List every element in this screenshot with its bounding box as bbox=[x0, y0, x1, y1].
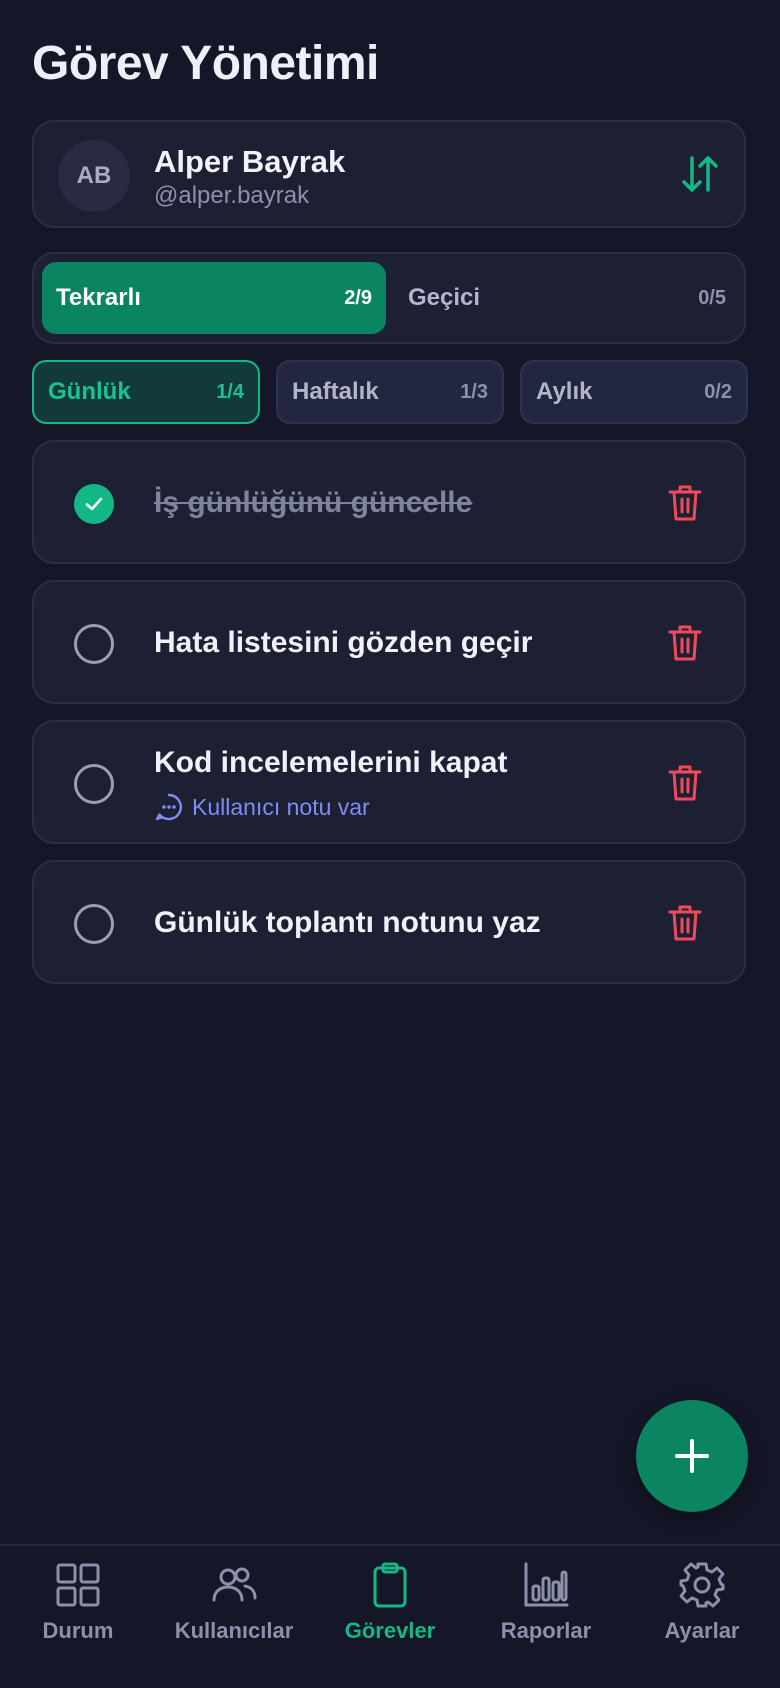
task-type-segment: Tekrarlı 2/9 Geçici 0/5 bbox=[32, 252, 746, 344]
task-item[interactable]: Günlük toplantı notunu yaz bbox=[32, 860, 746, 984]
user-card[interactable]: AB Alper Bayrak @alper.bayrak bbox=[32, 120, 746, 228]
period-count: 1/4 bbox=[216, 380, 244, 403]
segment-tekrarli[interactable]: Tekrarlı 2/9 bbox=[42, 262, 386, 334]
nav-item-ayarlar[interactable]: Ayarlar bbox=[624, 1560, 780, 1670]
sort-arrows-icon[interactable] bbox=[678, 152, 722, 196]
period-tab-aylik[interactable]: Aylık 0/2 bbox=[520, 360, 748, 424]
task-item[interactable]: Kod incelemelerini kapat Kullanıcı notu … bbox=[32, 720, 746, 844]
segment-count: 0/5 bbox=[698, 286, 726, 309]
nav-item-durum[interactable]: Durum bbox=[0, 1560, 156, 1670]
page-title: Görev Yönetimi bbox=[32, 37, 379, 90]
period-label: Aylık bbox=[536, 378, 593, 405]
chat-bubble-icon bbox=[155, 793, 183, 821]
nav-label: Durum bbox=[42, 1618, 114, 1643]
nav-label: Görevler bbox=[344, 1618, 436, 1643]
task-title: Hata listesini gözden geçir bbox=[154, 626, 533, 659]
period-count: 1/3 bbox=[460, 380, 488, 403]
period-tab-gunluk[interactable]: Günlük 1/4 bbox=[32, 360, 260, 424]
nav-label: Raporlar bbox=[500, 1618, 592, 1643]
segment-label: Geçici bbox=[408, 284, 481, 311]
task-item[interactable]: Hata listesini gözden geçir bbox=[32, 580, 746, 704]
period-label: Günlük bbox=[48, 378, 131, 405]
avatar: AB bbox=[58, 140, 130, 212]
nav-label: Ayarlar bbox=[664, 1618, 740, 1643]
user-note-indicator[interactable]: Kullanıcı notu var bbox=[154, 792, 370, 822]
grid-icon bbox=[56, 1563, 100, 1607]
note-text: Kullanıcı notu var bbox=[192, 793, 370, 820]
user-name: Alper Bayrak bbox=[154, 144, 346, 179]
nav-label: Kullanıcılar bbox=[174, 1618, 294, 1643]
trash-icon[interactable] bbox=[668, 764, 702, 802]
user-handle: @alper.bayrak bbox=[154, 182, 310, 209]
plus-icon bbox=[675, 1439, 709, 1473]
task-checkbox-checked[interactable] bbox=[74, 484, 114, 524]
task-title: Kod incelemelerini kapat bbox=[154, 746, 508, 779]
users-icon bbox=[212, 1567, 257, 1602]
segment-label: Tekrarlı bbox=[56, 284, 141, 311]
bar-chart-icon bbox=[524, 1562, 569, 1607]
task-item[interactable]: İş günlüğünü güncelle bbox=[32, 440, 746, 564]
task-checkbox[interactable] bbox=[74, 764, 114, 804]
task-checkbox[interactable] bbox=[74, 624, 114, 664]
nav-item-gorevler[interactable]: Görevler bbox=[312, 1560, 468, 1670]
add-task-button[interactable] bbox=[636, 1400, 748, 1512]
nav-item-raporlar[interactable]: Raporlar bbox=[468, 1560, 624, 1670]
task-title: Günlük toplantı notunu yaz bbox=[154, 906, 541, 939]
gear-icon bbox=[679, 1562, 725, 1608]
task-checkbox[interactable] bbox=[74, 904, 114, 944]
segment-count: 2/9 bbox=[344, 286, 372, 309]
segment-gecici[interactable]: Geçici 0/5 bbox=[394, 262, 740, 334]
trash-icon[interactable] bbox=[668, 484, 702, 522]
check-icon bbox=[85, 497, 103, 511]
period-count: 0/2 bbox=[704, 380, 732, 403]
task-title: İş günlüğünü güncelle bbox=[154, 486, 473, 519]
trash-icon[interactable] bbox=[668, 624, 702, 662]
period-label: Haftalık bbox=[292, 378, 379, 405]
bottom-nav: Durum Kullanıcılar Görevler Raporlar Aya… bbox=[0, 1544, 780, 1688]
period-tab-haftalik[interactable]: Haftalık 1/3 bbox=[276, 360, 504, 424]
clipboard-icon bbox=[373, 1562, 407, 1608]
nav-item-kullanicilar[interactable]: Kullanıcılar bbox=[156, 1560, 312, 1670]
trash-icon[interactable] bbox=[668, 904, 702, 942]
